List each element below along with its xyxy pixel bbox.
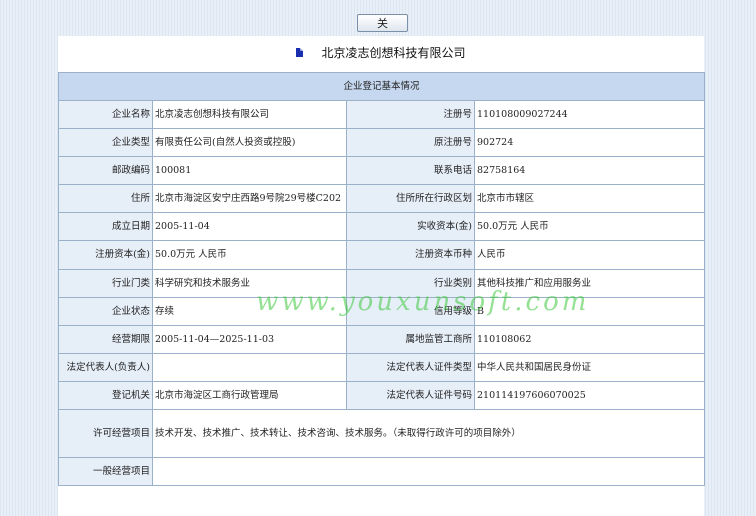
field-value: 其他科技推广和应用服务业: [473, 269, 706, 298]
field-label: 原注册号: [346, 128, 475, 157]
license-label: 许可经营项目: [58, 409, 153, 458]
field-label: 联系电话: [346, 156, 475, 185]
company-title-bar: 北京凌志创想科技有限公司: [58, 44, 704, 61]
field-label: 法定代表人证件类型: [346, 353, 475, 382]
field-value: 北京市海淀区安宁庄西路9号院29号楼C202: [152, 184, 347, 213]
table-row: 行业门类 科学研究和技术服务业 行业类别 其他科技推广和应用服务业: [58, 269, 706, 298]
field-label: 住所所在行政区划: [346, 184, 475, 213]
field-label: 注册资本(金): [58, 240, 153, 270]
table-row: 法定代表人(负责人) 法定代表人证件类型 中华人民共和国居民身份证: [58, 353, 706, 382]
field-label: 企业类型: [58, 128, 153, 157]
field-value: 2005-11-04: [152, 212, 347, 241]
field-value: 50.0万元 人民币: [473, 212, 706, 241]
field-label: 行业类别: [346, 269, 475, 298]
company-title: 北京凌志创想科技有限公司: [321, 46, 466, 60]
field-label: 信用等级: [346, 297, 475, 326]
table-header: 企业登记基本情况: [57, 72, 706, 101]
general-label: 一般经营项目: [58, 457, 153, 486]
table-row: 经营期限 2005-11-04—2025-11-03 属地监管工商所 11010806…: [58, 325, 706, 354]
field-label: 行业门类: [58, 269, 153, 298]
field-label: 注册资本币种: [346, 240, 475, 270]
field-value: 100081: [152, 156, 347, 185]
field-label: 属地监管工商所: [346, 325, 475, 354]
field-label: 登记机关: [58, 381, 153, 410]
field-value: 北京市海淀区工商行政管理局: [152, 381, 347, 410]
table-row: 邮政编码 100081 联系电话 82758164: [58, 156, 706, 185]
field-value: 北京市市辖区: [473, 184, 706, 213]
field-value: 科学研究和技术服务业: [152, 269, 347, 298]
field-value: 110108009027244: [473, 100, 706, 129]
table-row: 企业名称 北京凌志创想科技有限公司 注册号 110108009027244: [58, 100, 706, 129]
field-label: 注册号: [346, 100, 475, 129]
field-value: 人民币: [473, 240, 706, 270]
license-value: 技术开发、技术推广、技术转让、技术咨询、技术服务。（未取得行政许可的项目除外）: [151, 409, 706, 458]
content-panel: 北京凌志创想科技有限公司 企业登记基本情况 企业名称 北京凌志创想科技有限公司 注册…: [57, 36, 706, 516]
field-value: 北京凌志创想科技有限公司: [152, 100, 347, 129]
table-row: 企业类型 有限责任公司(自然人投资或控股) 原注册号 902724: [58, 128, 706, 157]
table-row: 成立日期 2005-11-04 实收资本(金) 50.0万元 人民币: [58, 212, 706, 241]
field-value: 82758164: [473, 156, 706, 185]
field-label: 企业名称: [58, 100, 153, 129]
field-value: 2005-11-04—2025-11-03: [152, 325, 347, 354]
field-label: 实收资本(金): [346, 212, 475, 241]
table-row: 登记机关 北京市海淀区工商行政管理局 法定代表人证件号码 21011419760607…: [58, 381, 706, 410]
close-button[interactable]: 关 闭: [357, 14, 408, 48]
field-value: 存续: [152, 297, 347, 326]
field-value: 902724: [473, 128, 706, 157]
field-label: 邮政编码: [58, 156, 153, 185]
table-row: 一般经营项目: [58, 457, 706, 486]
table-row: 住所 北京市海淀区安宁庄西路9号院29号楼C202 住所所在行政区划 北京市市辖区: [58, 184, 706, 213]
field-label: 住所: [58, 184, 153, 213]
field-value: B: [473, 297, 706, 326]
field-label: 法定代表人证件号码: [346, 381, 475, 410]
field-label: 企业状态: [58, 297, 153, 326]
table-row: 企业状态 存续 信用等级 B: [58, 297, 706, 326]
document-icon: [296, 48, 304, 57]
field-value: [152, 353, 347, 382]
field-label: 成立日期: [58, 212, 153, 241]
field-value: 210114197606070025: [473, 381, 706, 410]
field-value: 有限责任公司(自然人投资或控股): [152, 128, 347, 157]
field-label: 法定代表人(负责人): [58, 353, 153, 382]
field-value: 50.0万元 人民币: [152, 240, 347, 270]
table-row: 注册资本(金) 50.0万元 人民币 注册资本币种 人民币: [58, 240, 706, 270]
general-value: [151, 457, 706, 486]
table-row: 许可经营项目 技术开发、技术推广、技术转让、技术咨询、技术服务。（未取得行政许可的…: [58, 409, 706, 458]
field-value: 中华人民共和国居民身份证: [473, 353, 706, 382]
field-value: 110108062: [473, 325, 706, 354]
registration-info-table: 企业登记基本情况 企业名称 北京凌志创想科技有限公司 注册号 110108009027…: [57, 72, 706, 486]
field-label: 经营期限: [58, 325, 153, 354]
